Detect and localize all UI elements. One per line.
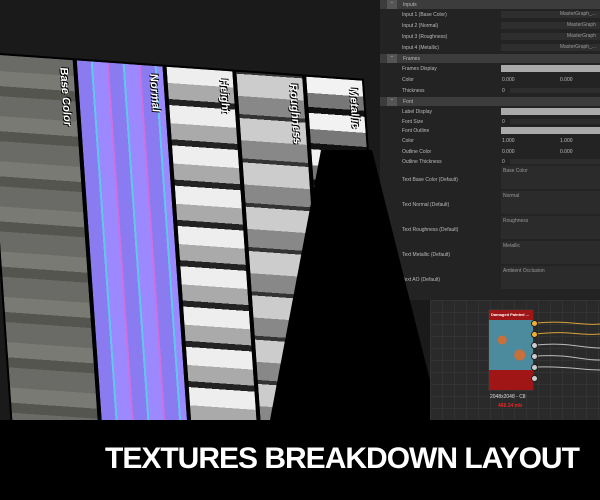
input-label: Input 1 (Base Color): [402, 11, 447, 18]
section-font[interactable]: Font: [403, 99, 413, 105]
default-label: Text AO (Default): [402, 276, 441, 283]
node-resolution: 2048x2048 - C8: [490, 394, 526, 400]
color-value[interactable]: 0.000: [502, 149, 515, 155]
texture-label: Normal: [147, 73, 162, 113]
output-pin[interactable]: [531, 320, 538, 327]
color-value[interactable]: 1.000: [560, 138, 573, 144]
font-size-value[interactable]: 0: [502, 119, 505, 125]
node-size: 468.34 mb: [498, 403, 523, 409]
input-field[interactable]: MasterGraph: [501, 22, 600, 29]
default-label: Text Normal (Default): [402, 201, 450, 208]
input-field[interactable]: MasterGraph_...: [501, 11, 600, 18]
label-display-dropdown[interactable]: [501, 108, 600, 115]
collapse-toggle[interactable]: −: [387, 54, 397, 63]
output-pin[interactable]: [531, 342, 538, 349]
output-pin[interactable]: [531, 364, 538, 371]
texture-label: Base Color: [57, 67, 74, 127]
page-title: TEXTURES BREAKDOWN LAYOUT: [105, 442, 580, 475]
output-pin[interactable]: [531, 331, 538, 338]
node-title: Damaged Painted ...: [489, 310, 533, 320]
frames-display-dropdown[interactable]: [501, 65, 600, 72]
texture-node[interactable]: Damaged Painted ...: [488, 309, 534, 391]
section-inputs[interactable]: Inputs: [403, 2, 417, 8]
color-value[interactable]: 0.000: [502, 77, 515, 83]
color-value[interactable]: 1.000: [502, 138, 515, 144]
input-label: Input 3 (Roughness): [402, 33, 448, 40]
outline-color-label: Outline Color: [402, 148, 432, 155]
input-field[interactable]: MasterGraph_...: [501, 44, 600, 51]
thickness-slider[interactable]: [510, 88, 600, 93]
default-text-field[interactable]: Roughness: [501, 216, 600, 239]
texture-label: Metallic: [346, 87, 362, 130]
frames-display-label: Frames Display: [402, 65, 437, 72]
color-label: Color: [402, 137, 414, 144]
font-outline-dropdown[interactable]: [501, 127, 600, 134]
output-pin[interactable]: [531, 375, 538, 382]
default-text-field[interactable]: Metallic: [501, 241, 600, 264]
outline-thickness-label: Outline Thickness: [402, 158, 442, 165]
font-outline-label: Font Outline: [402, 127, 430, 134]
label-display-label: Label Display: [402, 108, 433, 115]
properties-panel: − Inputs Input 1 (Base Color) MasterGraph_…: [380, 0, 600, 300]
input-label: Input 4 (Metallic): [402, 44, 439, 51]
section-frames[interactable]: Frames: [403, 56, 420, 62]
default-label: Text Base Color (Default): [402, 176, 458, 183]
texture-label: Height: [216, 78, 232, 114]
default-label: Text Roughness (Default): [402, 226, 459, 233]
default-label: Text Metallic (Default): [402, 251, 451, 258]
thickness-value[interactable]: 0: [502, 88, 505, 94]
node-thumbnail: [489, 320, 533, 370]
font-size-label: Font Size: [402, 118, 424, 125]
color-label: Color: [402, 76, 414, 83]
outline-thickness-slider[interactable]: [510, 159, 600, 164]
default-text-field[interactable]: Ambient Occlusion: [501, 266, 600, 289]
color-value[interactable]: 0.000: [560, 77, 573, 83]
collapse-toggle[interactable]: −: [387, 97, 397, 106]
outline-thickness-value[interactable]: 0: [502, 159, 505, 165]
color-value[interactable]: 0.000: [560, 149, 573, 155]
default-text-field[interactable]: Normal: [501, 191, 600, 214]
output-pin[interactable]: [531, 353, 538, 360]
collapse-toggle[interactable]: −: [387, 0, 397, 9]
thickness-label: Thickness: [402, 87, 425, 94]
texture-label: Roughness: [286, 83, 303, 145]
font-size-slider[interactable]: [510, 119, 600, 124]
input-label: Input 2 (Normal): [402, 22, 439, 29]
input-field[interactable]: MasterGraph: [501, 33, 600, 40]
default-text-field[interactable]: Base Color: [501, 166, 600, 189]
